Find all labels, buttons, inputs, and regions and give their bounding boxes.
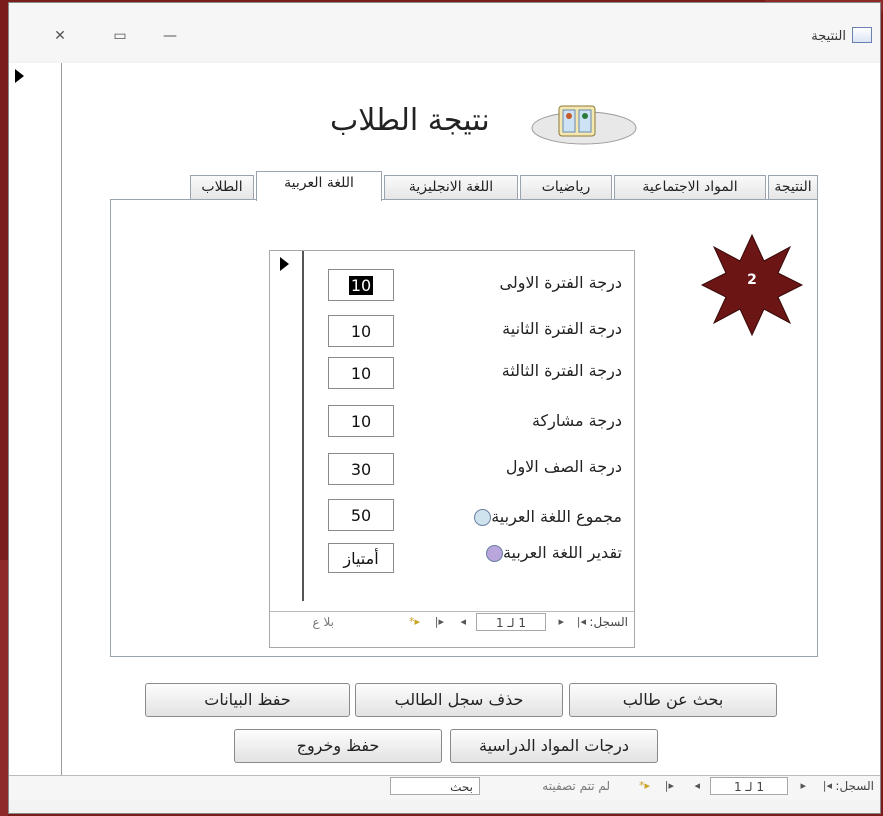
third-period-field[interactable]: 10 bbox=[328, 357, 394, 389]
participation-field[interactable]: 10 bbox=[328, 405, 394, 437]
tab-social-studies[interactable]: المواد الاجتماعية bbox=[614, 175, 766, 199]
subform-record-selector[interactable] bbox=[270, 251, 304, 601]
students-logo-icon bbox=[531, 105, 637, 145]
second-period-label: درجة الفترة الثانية bbox=[502, 319, 622, 338]
first-period-label: درجة الفترة الاولى bbox=[499, 273, 622, 292]
subform-navigation-bar: السجل: ◂| ▸ 1 لـ 1 ◂ ▸| ▸* بلا ع bbox=[270, 611, 634, 634]
third-period-label: درجة الفترة الثالثة bbox=[501, 361, 622, 380]
form-window: ✕ ▭ — النتيجة نتيجة الطلاب النتيجة الموا… bbox=[8, 2, 881, 814]
prev-record-button[interactable]: ◂ bbox=[460, 615, 466, 628]
background-shape bbox=[0, 560, 8, 816]
save-data-button[interactable]: حفظ البيانات bbox=[145, 683, 350, 717]
first-record-button[interactable]: ◂| bbox=[577, 615, 586, 628]
tab-english[interactable]: اللغة الانجليزية bbox=[384, 175, 518, 199]
tab-strip: النتيجة المواد الاجتماعية رياضيات اللغة … bbox=[110, 171, 818, 201]
arabic-total-field[interactable]: 50 bbox=[328, 499, 394, 531]
first-record-button[interactable]: ◂| bbox=[823, 779, 832, 792]
new-record-button[interactable]: ▸* bbox=[639, 779, 650, 792]
main-navigation-bar: السجل: ◂| ▸ 1 لـ 1 ◂ ▸| ▸* لم تتم تصفيته… bbox=[9, 775, 880, 800]
first-grade-field[interactable]: 30 bbox=[328, 453, 394, 485]
subject-grades-button[interactable]: درجات المواد الدراسية bbox=[450, 729, 658, 763]
prev-record-button[interactable]: ◂ bbox=[694, 779, 700, 792]
arabic-grade-label: تقدير اللغة العربية bbox=[482, 543, 622, 562]
arabic-total-label-text: مجموع اللغة العربية bbox=[491, 507, 622, 526]
title-bar: ✕ ▭ — النتيجة bbox=[9, 3, 880, 61]
tab-math[interactable]: رياضيات bbox=[520, 175, 612, 199]
bullet-icon bbox=[474, 509, 492, 526]
step-badge-number: 2 bbox=[747, 272, 757, 288]
arabic-total-label: مجموع اللغة العربية bbox=[470, 507, 622, 526]
arabic-grade-label-text: تقدير اللغة العربية bbox=[502, 543, 622, 562]
record-label: السجل: bbox=[835, 779, 874, 793]
first-grade-label: درجة الصف الاول bbox=[505, 457, 622, 476]
current-record-field[interactable]: 1 لـ 1 bbox=[710, 777, 788, 795]
search-student-button[interactable]: بحث عن طالب bbox=[569, 683, 777, 717]
form-body: نتيجة الطلاب النتيجة المواد الاجتماعية ر… bbox=[62, 63, 880, 775]
minimize-icon[interactable]: — bbox=[159, 25, 181, 47]
participation-label: درجة مشاركة bbox=[531, 411, 622, 430]
tab-result[interactable]: النتيجة bbox=[768, 175, 818, 199]
last-record-button[interactable]: ▸| bbox=[665, 779, 674, 792]
tab-arabic[interactable]: اللغة العربية bbox=[256, 171, 382, 201]
new-record-button[interactable]: ▸* bbox=[409, 615, 420, 628]
delete-record-button[interactable]: حذف سجل الطالب bbox=[355, 683, 563, 717]
filter-status[interactable]: لم تتم تصفيته bbox=[542, 779, 610, 793]
next-record-button[interactable]: ▸ bbox=[800, 779, 806, 792]
second-period-field[interactable]: 10 bbox=[328, 315, 394, 347]
record-selector[interactable] bbox=[9, 63, 62, 775]
last-record-button[interactable]: ▸| bbox=[435, 615, 444, 628]
current-record-arrow-icon bbox=[280, 257, 289, 271]
first-period-field[interactable]: 10 bbox=[328, 269, 394, 301]
search-box[interactable]: بحث bbox=[390, 777, 480, 795]
bullet-icon bbox=[485, 545, 503, 562]
window-title: النتيجة bbox=[811, 29, 846, 44]
current-record-arrow-icon bbox=[15, 69, 24, 83]
close-icon[interactable]: ✕ bbox=[49, 25, 71, 47]
tab-students[interactable]: الطلاب bbox=[190, 175, 254, 199]
filter-status[interactable]: بلا ع bbox=[313, 615, 334, 629]
arabic-grades-subform: درجة الفترة الاولى 10 درجة الفترة الثاني… bbox=[269, 250, 635, 648]
form-title: نتيجة الطلاب bbox=[330, 103, 490, 138]
record-label: السجل: bbox=[589, 615, 628, 629]
next-record-button[interactable]: ▸ bbox=[558, 615, 564, 628]
current-record-field[interactable]: 1 لـ 1 bbox=[476, 613, 546, 631]
save-exit-button[interactable]: حفظ وخروج bbox=[234, 729, 442, 763]
arabic-grade-field[interactable]: أمتياز bbox=[328, 543, 394, 573]
form-icon bbox=[852, 27, 872, 43]
restore-icon[interactable]: ▭ bbox=[109, 25, 131, 47]
